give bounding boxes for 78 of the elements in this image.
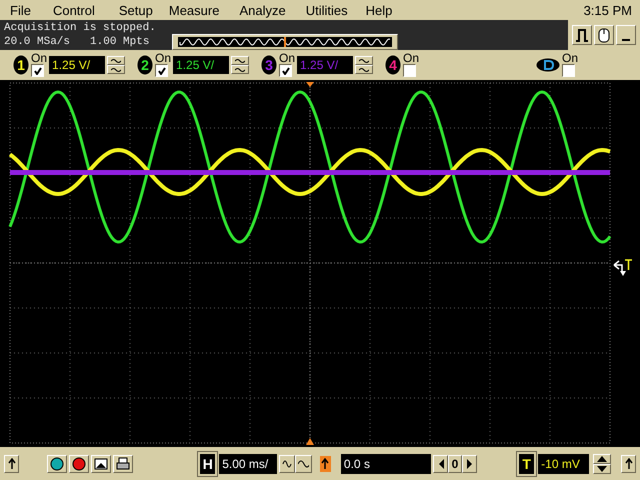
printer-icon bbox=[116, 456, 130, 470]
on-checkbox[interactable] bbox=[31, 64, 44, 77]
circle-icon bbox=[72, 456, 86, 470]
coarse-wave-button[interactable] bbox=[294, 454, 312, 472]
wave-icon bbox=[359, 67, 370, 72]
print-button[interactable] bbox=[113, 454, 134, 472]
delay-field[interactable]: 0.0 s bbox=[340, 454, 431, 474]
scroll-button[interactable] bbox=[4, 454, 20, 472]
menu-item[interactable]: Control bbox=[48, 2, 99, 18]
center-delay-button[interactable]: 0 bbox=[448, 454, 462, 472]
level-up-button[interactable] bbox=[592, 454, 611, 464]
scroll-button[interactable] bbox=[620, 454, 636, 472]
wave-icon bbox=[298, 458, 309, 470]
pulse-icon bbox=[575, 28, 589, 42]
trigger-label[interactable]: T bbox=[517, 452, 536, 476]
scale-field[interactable]: 1.25 V/ bbox=[49, 56, 106, 74]
minimize-icon bbox=[622, 39, 630, 41]
wave-icon bbox=[235, 58, 246, 63]
trigger-time-marker bbox=[306, 82, 314, 87]
clock-time: 3:15 PM bbox=[584, 2, 633, 18]
menu-item[interactable]: Setup bbox=[114, 2, 157, 18]
wave-icon bbox=[111, 67, 122, 72]
wave-icon bbox=[282, 458, 292, 470]
horizontal-label[interactable]: H bbox=[198, 452, 218, 476]
menu-item[interactable]: File bbox=[6, 2, 35, 18]
adjust-button[interactable] bbox=[355, 56, 374, 65]
wave-icon bbox=[359, 58, 370, 63]
up-arrow-icon bbox=[7, 458, 16, 470]
wave-icon bbox=[111, 58, 122, 63]
delay-right-button[interactable] bbox=[462, 454, 478, 472]
on-checkbox[interactable] bbox=[562, 64, 575, 77]
mouse-icon bbox=[598, 27, 610, 43]
sample-rate: 20.0 MSa/s bbox=[4, 35, 70, 49]
channel-number-badge[interactable]: 2 bbox=[137, 55, 154, 75]
right-arrow-icon bbox=[464, 458, 474, 470]
menu-item[interactable]: Measure bbox=[164, 2, 224, 18]
trigger-level-field[interactable]: -10 mV bbox=[538, 454, 589, 474]
menu-item[interactable]: Utilities bbox=[302, 2, 352, 18]
adjust-button[interactable] bbox=[231, 65, 250, 74]
on-checkbox[interactable] bbox=[155, 64, 168, 77]
minimize-button[interactable] bbox=[616, 25, 636, 45]
delay-marker bbox=[306, 438, 314, 445]
status-message: Acquisition is stopped. bbox=[4, 21, 157, 35]
up-triangle-icon bbox=[596, 454, 608, 462]
delay-left-button[interactable] bbox=[432, 454, 448, 472]
mouse-button[interactable] bbox=[594, 25, 614, 45]
scale-field[interactable]: 1.25 V/ bbox=[173, 56, 230, 74]
wave-icon bbox=[235, 67, 246, 72]
circle-icon bbox=[50, 456, 64, 470]
adjust-button[interactable] bbox=[107, 56, 126, 65]
on-label: On bbox=[279, 53, 296, 64]
adjust-button[interactable] bbox=[355, 65, 374, 74]
run-mode-button[interactable] bbox=[572, 25, 592, 45]
channel-number-badge[interactable]: 4 bbox=[385, 55, 402, 75]
stop-button[interactable] bbox=[69, 454, 90, 472]
on-checkbox[interactable] bbox=[403, 64, 416, 77]
up-arrow-icon bbox=[624, 458, 634, 470]
on-label: On bbox=[155, 53, 172, 64]
adjust-button[interactable] bbox=[107, 65, 126, 74]
on-checkbox[interactable] bbox=[279, 64, 292, 77]
memory-depth: 1.00 Mpts bbox=[90, 35, 150, 49]
level-down-button[interactable] bbox=[592, 464, 611, 474]
down-triangle-icon bbox=[596, 464, 608, 472]
picture-icon bbox=[94, 456, 108, 470]
digital-channels-icon[interactable] bbox=[536, 58, 560, 72]
trigger-level-marker bbox=[613, 259, 633, 276]
adjust-button[interactable] bbox=[231, 56, 250, 65]
clear-display-button[interactable] bbox=[47, 454, 68, 472]
save-image-button[interactable] bbox=[91, 454, 112, 472]
menu-item[interactable]: Analyze bbox=[235, 2, 290, 18]
on-label: On bbox=[562, 53, 578, 64]
channel-number-badge[interactable]: 1 bbox=[13, 55, 29, 75]
delay-reference-icon[interactable] bbox=[320, 456, 331, 472]
on-label: On bbox=[31, 53, 48, 64]
on-label: On bbox=[403, 53, 420, 64]
timebase-field[interactable]: 5.00 ms/ bbox=[219, 454, 278, 474]
fine-wave-button[interactable] bbox=[279, 454, 295, 472]
menu-item[interactable]: Help bbox=[362, 2, 396, 18]
